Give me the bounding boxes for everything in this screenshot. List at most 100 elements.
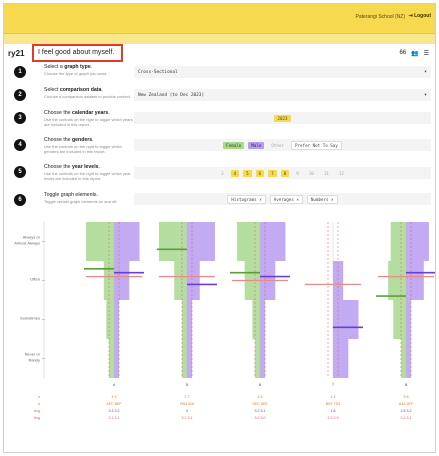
- toggle-chip[interactable]: Histograms ×: [227, 194, 266, 204]
- year-level-chip[interactable]: 10: [306, 170, 317, 177]
- footer-row-label: n: [38, 402, 40, 406]
- gender-chip[interactable]: Other: [268, 142, 287, 149]
- male-bar: [114, 261, 130, 300]
- step-title-bold: comparison data: [59, 87, 102, 93]
- female-bar: [108, 339, 114, 378]
- male-bar: [406, 261, 424, 300]
- male-bar: [260, 300, 266, 339]
- group-label: 7: [332, 382, 335, 387]
- year-level-chip[interactable]: 5: [243, 169, 252, 177]
- step-description: Use the controls on the right to toggle …: [44, 144, 122, 154]
- step-1: 1 Select a graph type. Choose the type o…: [14, 64, 126, 86]
- footer-value: 3.0 3.0: [255, 416, 266, 420]
- male-bar: [260, 339, 266, 378]
- school-name: Paterangi School (NZ): [355, 14, 405, 20]
- step-title-pre: Select a: [44, 64, 65, 70]
- step-title-bold: graph type: [64, 64, 91, 70]
- step-title-bold: genders: [71, 137, 93, 143]
- female-bar: [85, 222, 114, 261]
- footer-value: 4 9: [112, 395, 117, 399]
- group-label: 5: [186, 382, 189, 387]
- footer-value: FAN 526: [180, 402, 194, 406]
- step-6: 6 Toggle graph elements. Toggle certain …: [14, 192, 126, 214]
- step-title-post: .: [92, 137, 94, 143]
- graph-type-select[interactable]: Cross-Sectional ▾: [134, 66, 431, 78]
- gender-row: Female Male Other Prefer Not To Say: [134, 139, 431, 151]
- toggle-chip[interactable]: Numbers ×: [306, 194, 338, 204]
- year-level-chip[interactable]: 7: [268, 169, 277, 177]
- step-title: Choose the year levels.: [44, 164, 100, 170]
- year-level-chip[interactable]: 11: [321, 170, 332, 177]
- report-title: I feel good about myself.: [32, 44, 123, 62]
- female-bar: [400, 339, 406, 378]
- footer-row-label: Avg: [34, 416, 40, 420]
- male-bar: [406, 222, 429, 261]
- step-description: Toggle certain graph elements on and off…: [44, 199, 118, 204]
- logout-link[interactable]: ⇥ Logout: [408, 13, 431, 19]
- footer-value: AFC BEF: [106, 402, 122, 406]
- y-tick-label: Almost Always: [14, 241, 40, 246]
- year-level-chip[interactable]: 4: [230, 169, 240, 177]
- footer-value: 5 8: [404, 395, 409, 399]
- female-bar: [158, 222, 187, 261]
- step-description: Use the controls on the right to toggle …: [44, 117, 133, 127]
- female-bar: [237, 222, 260, 261]
- step-title-post: .: [90, 64, 93, 70]
- histogram-chart: Always orAlmost Always Often Sometimes Neve…: [14, 222, 435, 420]
- group-label: 6: [259, 382, 262, 387]
- people-icon[interactable]: 👥: [411, 50, 418, 57]
- year-level-chip[interactable]: 3: [218, 170, 227, 177]
- footer-value: 2 7: [185, 395, 190, 399]
- report-code: ry21: [8, 49, 25, 58]
- list-icon[interactable]: ☰: [424, 50, 429, 57]
- step-number: 1: [14, 66, 26, 78]
- year-row: 2023: [134, 112, 431, 124]
- y-tick-label: Always or: [23, 235, 41, 240]
- toggle-row: Histograms × Averages × Numbers ×: [134, 193, 431, 205]
- step-2: 2 Select comparison data. Choose a compa…: [14, 87, 131, 109]
- gender-chip[interactable]: Prefer Not To Say: [290, 140, 342, 150]
- report-frame: Paterangi School (NZ) ⇥ Logout ry21 I fe…: [3, 3, 436, 453]
- y-tick-label: Rarely: [28, 358, 40, 363]
- year-chip[interactable]: 2023: [274, 114, 291, 122]
- female-bar: [390, 222, 406, 261]
- step-title: Choose the calendar years.: [44, 110, 110, 116]
- step-title-post: .: [101, 87, 103, 93]
- header-icons: 66 👥 ☰: [399, 50, 429, 57]
- logout-label[interactable]: Logout: [414, 13, 431, 19]
- footer-value: 1.8: [331, 409, 336, 413]
- step-title-pre: Choose the: [44, 137, 72, 143]
- year-level-chip[interactable]: 12: [336, 170, 347, 177]
- year-level-chip[interactable]: 8: [280, 169, 290, 177]
- gender-chip[interactable]: Female: [223, 141, 245, 149]
- year-level-row: 3 4 5 6 7 8 9 10 11 12: [134, 167, 431, 179]
- y-tick-label: Sometimes: [20, 316, 40, 321]
- quote-icon[interactable]: 66: [399, 50, 406, 57]
- sub-bar: [4, 34, 435, 44]
- step-title-pre: Choose the: [44, 110, 72, 116]
- toggle-chip[interactable]: Averages ×: [269, 194, 303, 204]
- footer-row-label: Avg: [34, 409, 40, 413]
- male-bar: [114, 300, 120, 339]
- step-number: 4: [14, 139, 26, 151]
- footer-value: 3.1 3.1: [401, 416, 412, 420]
- footer-value: 3.3 3.2: [109, 409, 120, 413]
- top-bar: Paterangi School (NZ) ⇥ Logout: [4, 4, 435, 34]
- step-description: Choose the type of graph you want.: [44, 71, 108, 76]
- female-bar: [181, 300, 187, 339]
- step-description: Use the controls on the right to toggle …: [44, 171, 131, 181]
- chevron-down-icon: ▾: [423, 69, 427, 75]
- y-tick-label: Often: [30, 277, 40, 282]
- step-5: 5 Choose the year levels. Use the contro…: [14, 164, 131, 186]
- female-bar: [174, 261, 187, 300]
- step-title-post: .: [98, 164, 100, 170]
- comparison-value: New Zealand (to Dec 2023): [138, 93, 205, 98]
- comparison-select[interactable]: New Zealand (to Dec 2023) ▾: [134, 89, 431, 101]
- footer-value: 2.9 2.9: [328, 416, 339, 420]
- footer-value: 2.6 3.2: [401, 409, 412, 413]
- gender-chip[interactable]: Male: [248, 141, 265, 149]
- year-level-chip[interactable]: 9: [293, 170, 302, 177]
- step-title-post: .: [108, 110, 110, 116]
- year-level-chip[interactable]: 6: [255, 169, 265, 177]
- male-bar: [333, 300, 359, 339]
